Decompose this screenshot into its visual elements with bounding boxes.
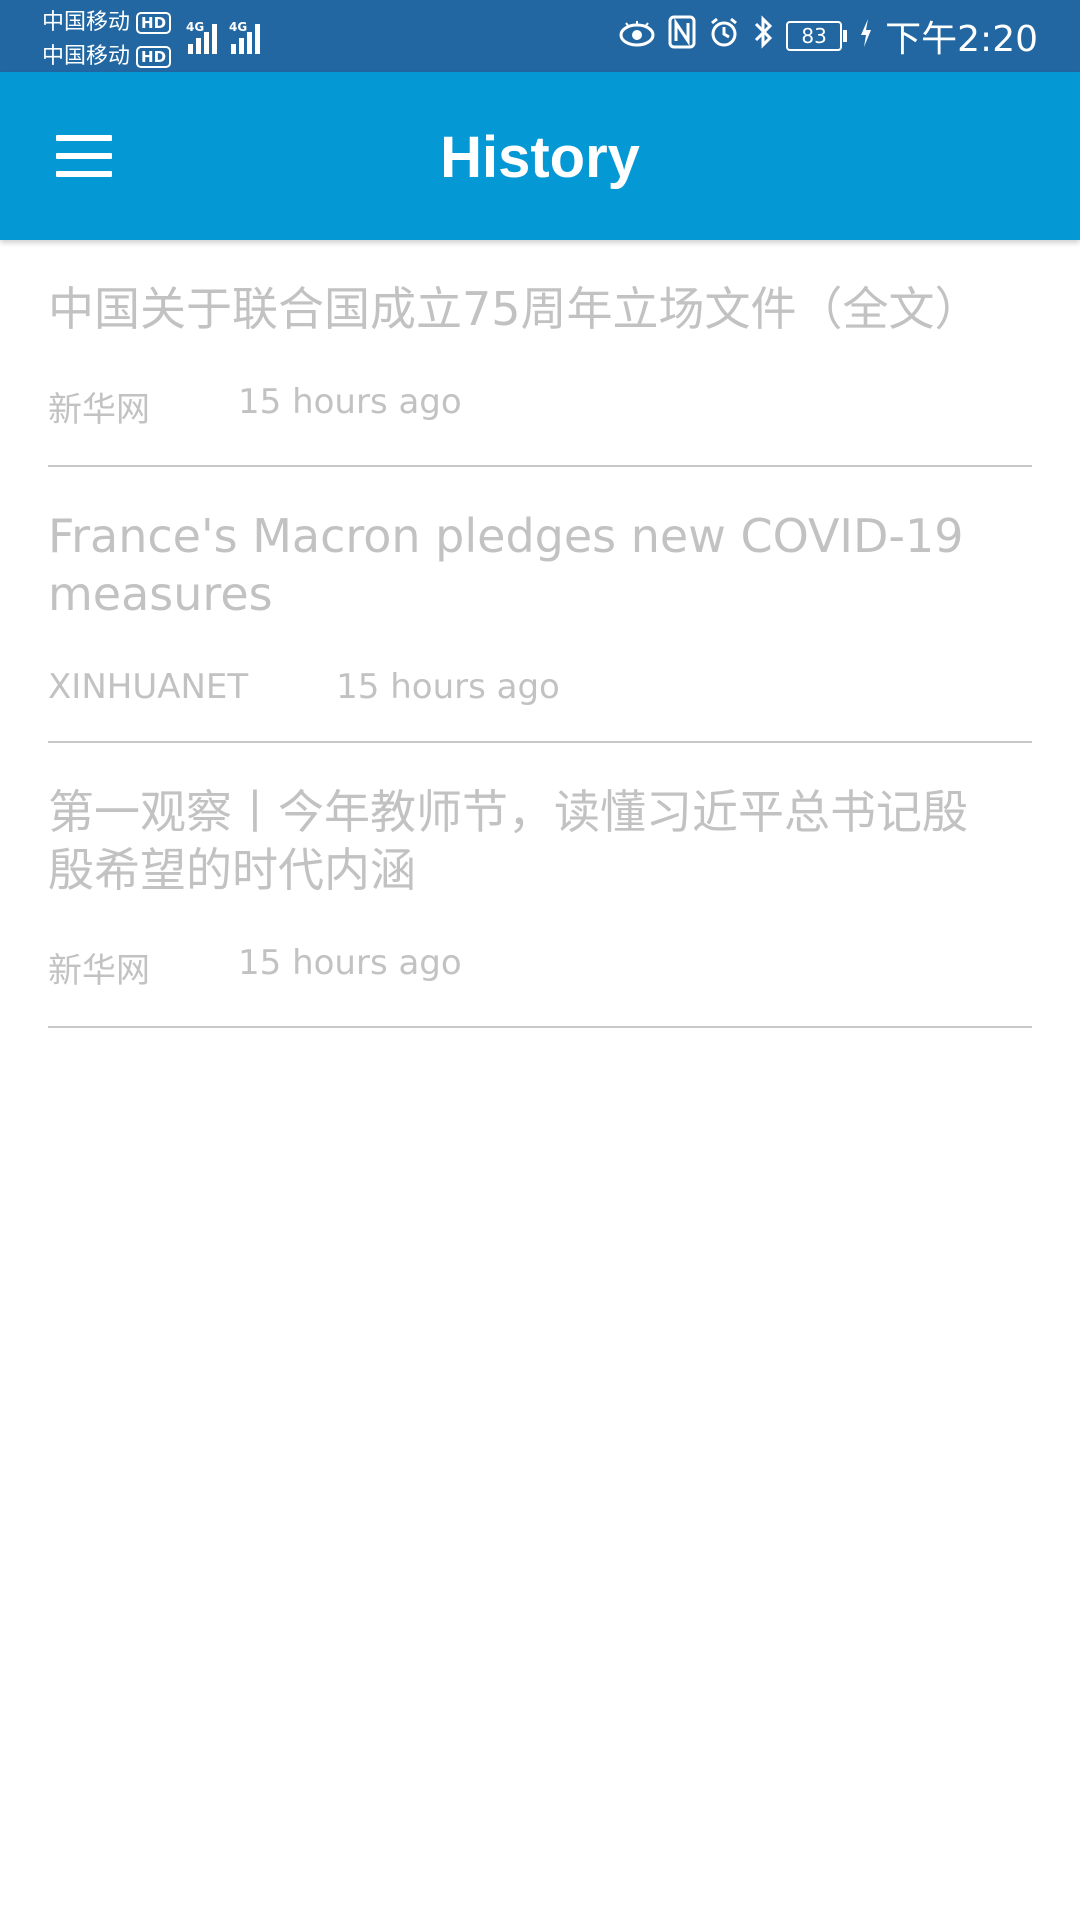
nfc-icon (668, 15, 696, 58)
carrier-name: 中国移动 (42, 44, 131, 69)
hd-badge: HD (136, 12, 172, 34)
network-type: 4G (186, 20, 205, 34)
carrier-line-1: 中国移动 HD (42, 6, 172, 40)
item-time: 15 hours ago (238, 382, 462, 422)
network-type: 4G (229, 20, 248, 34)
signal-icon: 4G (186, 20, 217, 54)
carrier-name: 中国移动 (42, 10, 131, 35)
item-title: 中国关于联合国成立75周年立场文件（全文） (48, 282, 981, 336)
page-title: History (440, 125, 640, 190)
item-time: 15 hours ago (336, 667, 560, 707)
app-bar: History (0, 72, 1080, 240)
item-meta: 新华网 15 hours ago (48, 943, 1032, 992)
signal-indicators: 4G 4G (186, 14, 260, 54)
carrier-line-2: 中国移动 HD (42, 40, 172, 74)
status-right: 83 下午2:20 (618, 12, 1038, 60)
item-meta: 新华网 15 hours ago (48, 382, 1032, 431)
item-title: France's Macron pledges new COVID-19 mea… (48, 509, 964, 621)
history-list: 中国关于联合国成立75周年立场文件（全文） 新华网 15 hours ago F… (48, 240, 1032, 1028)
item-source: XINHUANET (48, 667, 249, 707)
bluetooth-icon (752, 14, 774, 58)
signal-icon: 4G (229, 20, 260, 54)
list-item[interactable]: France's Macron pledges new COVID-19 mea… (48, 467, 1032, 743)
item-title: 第一观察丨今年教师节，读懂习近平总书记殷殷希望的时代内涵 (48, 785, 968, 897)
battery-level: 83 (786, 21, 843, 51)
battery-icon: 83 (786, 21, 848, 51)
charging-icon (859, 16, 873, 57)
item-source: 新华网 (48, 951, 150, 991)
eye-icon (618, 16, 656, 57)
hd-badge: HD (136, 46, 172, 68)
item-meta: XINHUANET 15 hours ago (48, 667, 1032, 707)
list-item[interactable]: 第一观察丨今年教师节，读懂习近平总书记殷殷希望的时代内涵 新华网 15 hour… (48, 743, 1032, 1028)
status-bar: 中国移动 HD 中国移动 HD 4G 4G 83 下午2:20 (0, 0, 1080, 72)
item-source: 新华网 (48, 390, 150, 430)
list-item[interactable]: 中国关于联合国成立75周年立场文件（全文） 新华网 15 hours ago (48, 240, 1032, 467)
carrier-info: 中国移动 HD 中国移动 HD (42, 6, 172, 74)
alarm-icon (708, 16, 740, 57)
item-time: 15 hours ago (238, 943, 462, 983)
clock: 下午2:20 (885, 19, 1038, 60)
